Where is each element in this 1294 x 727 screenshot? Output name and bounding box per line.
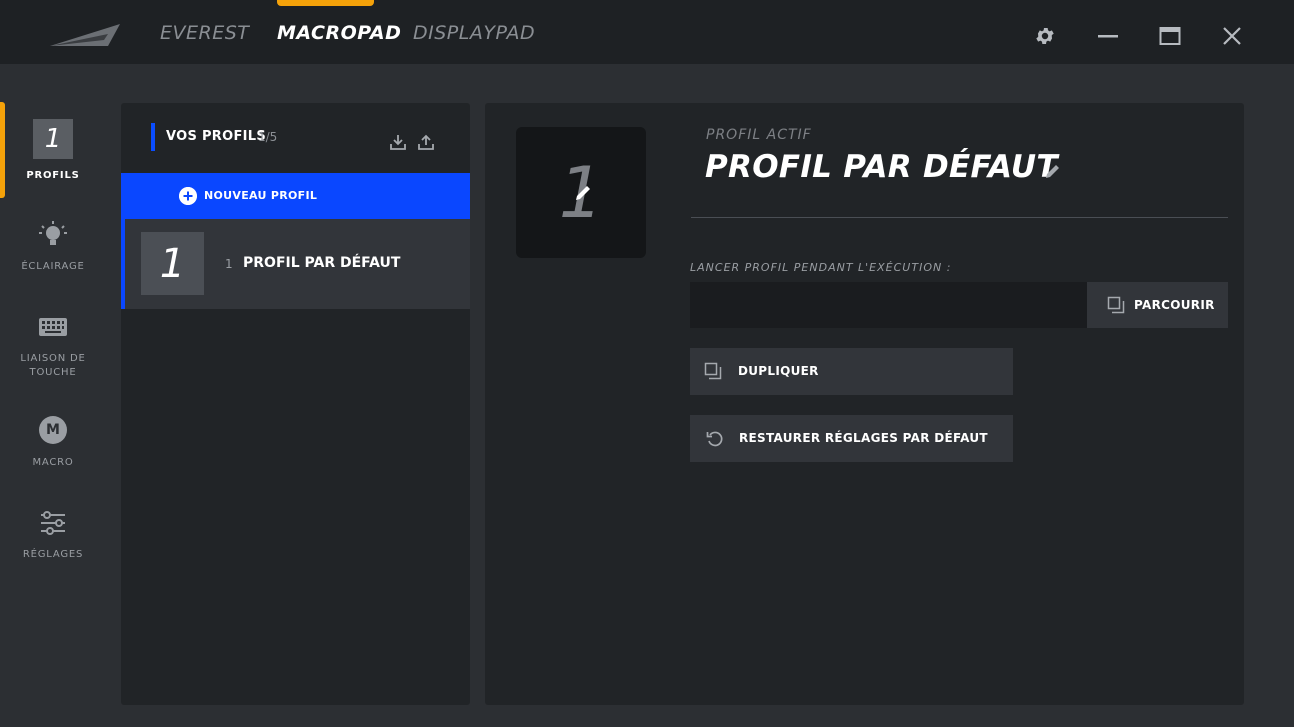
sidebar-item-liaison-de-touche[interactable]: LIAISON DE TOUCHE (0, 312, 106, 380)
profiles-panel: VOS PROFILS 1/5 NOUVEAU PROFIL 1 1 PROFI… (121, 103, 470, 705)
sidebar-item-label: RÉGLAGES (22, 549, 84, 560)
sidebar-item-profils[interactable]: 1 PROFILS (0, 119, 106, 183)
top-bar: EVEREST MACROPAD DISPLAYPAD (0, 0, 1294, 64)
plus-circle-icon (179, 187, 197, 205)
active-profile-name: PROFIL PAR DÉFAUT (705, 149, 1058, 185)
profiles-count: 1/5 (258, 130, 278, 144)
close-icon[interactable] (1221, 25, 1243, 47)
sidebar: 1 PROFILS ÉCLAIRAGE LIAISON DE TOUCHE M … (0, 64, 106, 727)
maximize-icon[interactable] (1159, 25, 1181, 47)
tab-everest[interactable]: EVEREST (160, 22, 249, 44)
gear-icon[interactable] (1034, 25, 1056, 47)
duplicate-icon (704, 362, 722, 380)
active-tab-indicator (277, 0, 374, 6)
profile-name: PROFIL PAR DÉFAUT (243, 255, 401, 271)
sidebar-item-label: PROFILS (26, 170, 80, 181)
browse-icon (1107, 296, 1125, 314)
header-accent-bar (151, 123, 155, 151)
minimize-icon[interactable] (1097, 25, 1119, 47)
import-icon[interactable] (389, 133, 407, 151)
profile-thumbnail: 1 (141, 232, 204, 295)
tab-macropad[interactable]: MACROPAD (277, 22, 401, 44)
profile-number-icon: 1 (33, 119, 73, 159)
sidebar-item-label: LIAISON DE TOUCHE (20, 353, 86, 378)
active-profile-label: PROFIL ACTIF (706, 127, 812, 143)
keyboard-icon (39, 318, 67, 336)
sidebar-item-macro[interactable]: M MACRO (0, 416, 106, 470)
profile-number: 1 (225, 257, 233, 271)
launch-path-input[interactable] (690, 282, 1087, 328)
sidebar-item-eclairage[interactable]: ÉCLAIRAGE (0, 220, 106, 274)
edit-name-icon[interactable] (1044, 162, 1062, 180)
sidebar-item-label: ÉCLAIRAGE (21, 261, 85, 272)
restore-icon (706, 431, 723, 447)
profile-detail-panel: 1 PROFIL ACTIF PROFIL PAR DÉFAUT LANCER … (485, 103, 1244, 705)
launch-on-exec-label: LANCER PROFIL PENDANT L'EXÉCUTION : (690, 261, 952, 274)
browse-button[interactable]: PARCOURIR (1087, 282, 1228, 328)
new-profile-label: NOUVEAU PROFIL (204, 189, 318, 202)
sidebar-item-label: MACRO (32, 457, 74, 468)
sliders-icon (41, 511, 65, 535)
profile-image[interactable]: 1 (516, 127, 646, 258)
restore-label: RESTAURER RÉGLAGES PAR DÉFAUT (739, 431, 988, 445)
sidebar-item-reglages[interactable]: RÉGLAGES (0, 508, 106, 562)
lightbulb-icon (39, 221, 67, 245)
new-profile-button[interactable]: NOUVEAU PROFIL (121, 173, 470, 219)
export-icon[interactable] (417, 133, 435, 151)
duplicate-label: DUPLIQUER (738, 364, 819, 378)
duplicate-button[interactable]: DUPLIQUER (690, 348, 1013, 395)
profile-list-item[interactable]: 1 1 PROFIL PAR DÉFAUT (121, 219, 470, 309)
tab-displaypad[interactable]: DISPLAYPAD (413, 22, 535, 44)
restore-defaults-button[interactable]: RESTAURER RÉGLAGES PAR DÉFAUT (690, 415, 1013, 462)
macro-m-icon: M (39, 416, 67, 444)
brand-logo (50, 24, 120, 46)
pencil-icon[interactable] (573, 183, 593, 203)
profiles-title: VOS PROFILS (166, 129, 267, 144)
browse-label: PARCOURIR (1134, 298, 1215, 312)
profiles-header: VOS PROFILS 1/5 (121, 103, 470, 173)
divider (691, 217, 1228, 218)
